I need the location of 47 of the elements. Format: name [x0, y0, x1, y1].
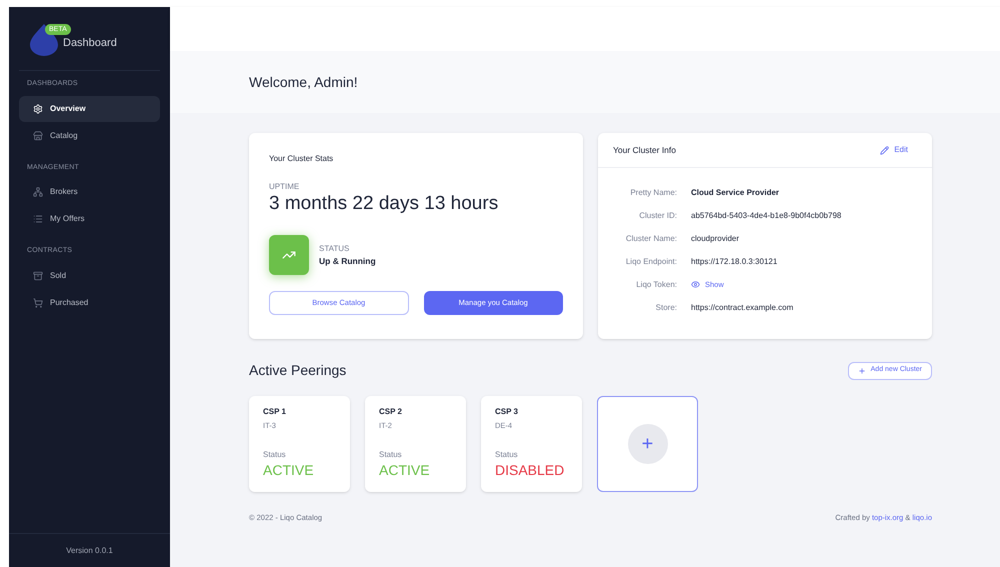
status-label: Status	[379, 449, 403, 462]
sidebar-item[interactable]: Purchased	[19, 290, 160, 316]
info-value: https://contract.example.com	[691, 302, 794, 314]
peer-status: ACTIVE	[379, 461, 431, 480]
status-label: Status	[263, 449, 287, 462]
gear-icon	[33, 104, 43, 114]
sidebar-item[interactable]: Overview	[19, 96, 160, 122]
info-label: Cluster ID:	[638, 210, 677, 222]
plus-icon	[858, 366, 866, 374]
peer-name: CSP 3	[495, 406, 519, 418]
edit-button[interactable]: Edit	[880, 144, 908, 156]
peer-name: CSP 2	[379, 406, 403, 418]
info-label: Pretty Name:	[629, 186, 677, 198]
info-value: https://172.18.0.3:30121	[691, 256, 778, 268]
info-value: cloudprovider	[691, 232, 740, 244]
uptime-value: 3 months 22 days 13 hours	[269, 193, 500, 215]
info-label: Store:	[654, 302, 677, 314]
peer-name: CSP 1	[263, 406, 287, 418]
info-label: Liqo Endpoint:	[624, 256, 677, 268]
card-title: Your Cluster Info	[613, 144, 676, 156]
sidebar-item[interactable]: Catalog	[19, 122, 160, 148]
network-icon	[33, 187, 43, 197]
sidebar-item[interactable]: My Offers	[19, 206, 160, 232]
version-text: Version 0.0.1	[66, 544, 113, 556]
pencil-icon	[880, 146, 890, 154]
uptime-label: UPTIME	[269, 181, 300, 193]
peer-status: ACTIVE	[263, 461, 315, 480]
app-title: Dashboard	[63, 36, 117, 52]
info-value: ab5764bd-5403-4de4-b1e8-9b0f4cb0b798	[691, 210, 842, 222]
list-icon	[33, 214, 43, 224]
status-value: Up & Running	[319, 254, 376, 268]
status-label: Status	[495, 449, 519, 462]
eye-icon	[691, 280, 700, 289]
cart-icon	[33, 298, 43, 308]
info-label: Liqo Token:	[635, 278, 677, 290]
store-icon	[33, 130, 43, 140]
archive-icon	[33, 270, 43, 280]
section-title: Active Peerings	[249, 361, 346, 380]
info-value: Cloud Service Provider	[691, 186, 780, 198]
status-label: STATUS	[319, 242, 350, 255]
sidebar-item[interactable]: Brokers	[19, 179, 160, 205]
card-title: Your Cluster Stats	[269, 153, 334, 165]
add-peering-card[interactable]: +	[597, 396, 698, 492]
welcome-banner: Welcome, Admin!	[170, 51, 1000, 113]
sidebar-item[interactable]: Sold	[19, 262, 160, 288]
peer-status: DISABLED	[495, 461, 566, 480]
info-label: Cluster Name:	[624, 232, 677, 244]
